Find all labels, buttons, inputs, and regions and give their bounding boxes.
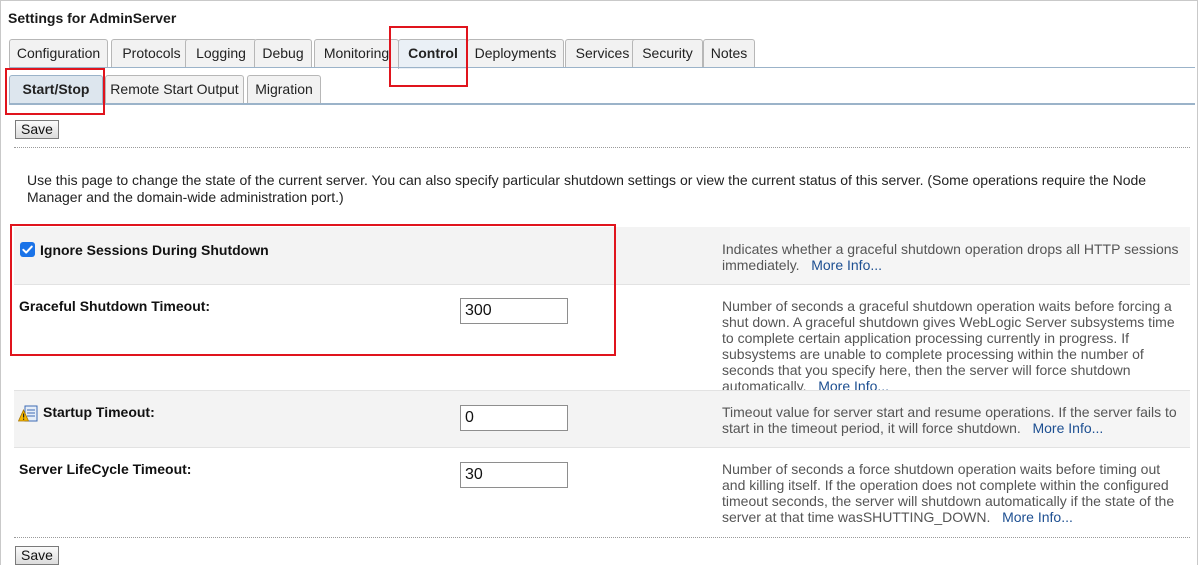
bottom-separator bbox=[14, 537, 1190, 538]
tab-protocols[interactable]: Protocols bbox=[111, 39, 192, 67]
tab-logging[interactable]: Logging bbox=[185, 39, 257, 67]
startup-timeout-more-info-link[interactable]: More Info... bbox=[1032, 420, 1103, 436]
tab-bar-divider bbox=[9, 67, 1195, 68]
lifecycle-timeout-label: Server LifeCycle Timeout: bbox=[19, 461, 192, 477]
tab-deployments[interactable]: Deployments bbox=[467, 39, 564, 67]
tab-monitoring[interactable]: Monitoring bbox=[314, 39, 399, 67]
page-title: Settings for AdminServer bbox=[8, 10, 177, 26]
subtab-remote-start-output[interactable]: Remote Start Output bbox=[105, 75, 244, 103]
subtab-migration[interactable]: Migration bbox=[247, 75, 321, 103]
lifecycle-timeout-help: Number of seconds a force shutdown opera… bbox=[722, 461, 1175, 525]
ignore-sessions-help: Indicates whether a graceful shutdown op… bbox=[722, 241, 1179, 273]
tab-debug[interactable]: Debug bbox=[254, 39, 312, 67]
page-description: Use this page to change the state of the… bbox=[27, 172, 1147, 205]
top-separator bbox=[14, 147, 1190, 148]
startup-timeout-help: Timeout value for server start and resum… bbox=[722, 404, 1177, 436]
save-button-bottom[interactable]: Save bbox=[15, 546, 59, 565]
subtab-bar-divider bbox=[9, 103, 1195, 105]
lifecycle-timeout-more-info-link[interactable]: More Info... bbox=[1002, 509, 1073, 525]
settings-title-bar: Settings for AdminServer bbox=[0, 0, 1198, 34]
startup-timeout-input[interactable] bbox=[460, 405, 568, 431]
lifecycle-timeout-input[interactable] bbox=[460, 462, 568, 488]
restart-required-warning-icon bbox=[18, 405, 38, 422]
tab-configuration[interactable]: Configuration bbox=[9, 39, 108, 67]
startup-timeout-label: Startup Timeout: bbox=[43, 404, 155, 420]
save-button-top[interactable]: Save bbox=[15, 120, 59, 139]
tab-security[interactable]: Security bbox=[632, 39, 703, 67]
start-stop-subtab-highlight bbox=[5, 68, 105, 115]
ignore-sessions-more-info-link[interactable]: More Info... bbox=[811, 257, 882, 273]
tab-services[interactable]: Services bbox=[565, 39, 640, 67]
shutdown-settings-highlight bbox=[10, 224, 616, 356]
tab-notes[interactable]: Notes bbox=[703, 39, 755, 67]
graceful-timeout-help: Number of seconds a graceful shutdown op… bbox=[722, 298, 1175, 394]
control-tab-highlight bbox=[389, 26, 468, 87]
